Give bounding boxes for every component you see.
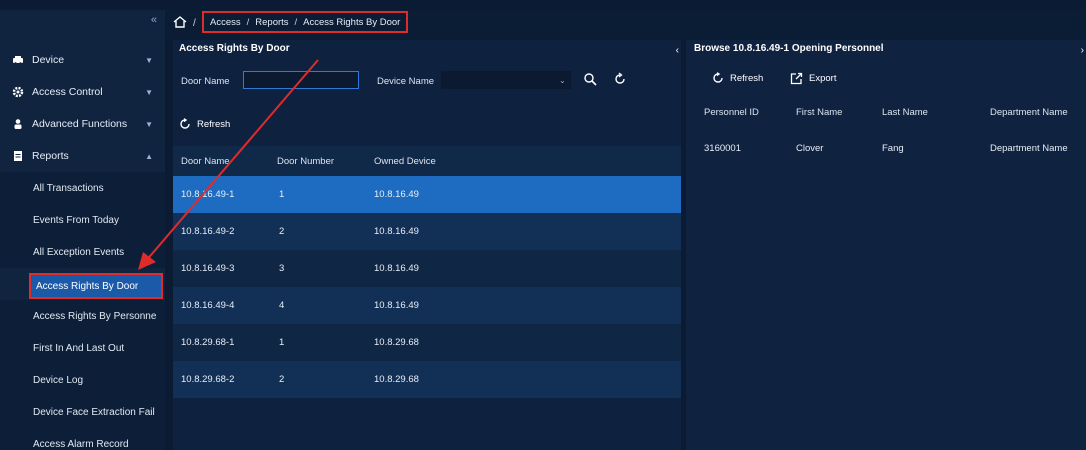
cell-door-name: 10.8.16.49-2 (181, 226, 235, 237)
panel-title: Access Rights By Door (179, 43, 290, 54)
cell-owned-device: 10.8.16.49 (374, 300, 419, 311)
table-row[interactable]: 10.8.16.49-4 4 10.8.16.49 (173, 287, 681, 324)
chevron-down-icon: ▼ (145, 87, 153, 97)
door-name-label: Door Name (181, 76, 230, 87)
cell-door-name: 10.8.16.49-1 (181, 189, 235, 200)
refresh-label: Refresh (730, 72, 764, 84)
device-name-select[interactable] (441, 71, 571, 89)
table-row[interactable]: 10.8.16.49-1 1 10.8.16.49 (173, 176, 681, 213)
table-header: Door Name Door Number Owned Device (173, 146, 681, 176)
column-header[interactable]: Door Name (181, 156, 230, 167)
cell-door-name: 10.8.16.49-3 (181, 263, 235, 274)
gear-icon (12, 86, 24, 98)
table-row[interactable]: 10.8.16.49-3 3 10.8.16.49 (173, 250, 681, 287)
person-icon (12, 118, 24, 130)
cell-owned-device: 10.8.29.68 (374, 337, 419, 348)
breadcrumb: Access / Reports / Access Rights By Door (202, 11, 409, 33)
submenu-access-rights-by-door[interactable]: Access Rights By Door (29, 273, 163, 299)
chevron-down-icon: ▼ (145, 119, 153, 129)
refresh-label: Refresh (197, 118, 231, 130)
document-icon (12, 150, 24, 162)
table-row[interactable]: 10.8.16.49-2 2 10.8.16.49 (173, 213, 681, 250)
cell-door-name: 10.8.29.68-1 (181, 337, 235, 348)
cell-first-name: Clover (796, 143, 824, 154)
cell-owned-device: 10.8.29.68 (374, 374, 419, 385)
refresh-icon (713, 72, 723, 83)
export-label: Export (809, 73, 837, 84)
refresh-button[interactable]: Refresh (179, 118, 230, 130)
reset-icon[interactable] (613, 72, 627, 86)
breadcrumb-separator: / (294, 16, 298, 28)
chevron-down-icon: ⌄ (559, 76, 566, 85)
submenu-events-from-today[interactable]: Events From Today (0, 204, 165, 236)
menu-device[interactable]: Device ▼ (0, 44, 165, 76)
breadcrumb-item-current: Access Rights By Door (303, 16, 401, 28)
table-row[interactable]: 10.8.29.68-1 1 10.8.29.68 (173, 324, 681, 361)
column-header[interactable]: Last Name (882, 107, 928, 118)
cell-door-number: 1 (279, 189, 285, 200)
submenu-all-exception-events[interactable]: All Exception Events (0, 236, 165, 268)
column-header[interactable]: Department Name (990, 107, 1068, 118)
panel-title: Browse 10.8.16.49-1 Opening Personnel (694, 43, 884, 54)
personnel-panel: Browse 10.8.16.49-1 Opening Personnel › … (686, 40, 1086, 450)
chevron-down-icon: ▼ (145, 55, 153, 65)
cell-door-number: 2 (279, 226, 285, 237)
cell-last-name: Fang (882, 143, 904, 154)
topbar: / Access / Reports / Access Rights By Do… (165, 10, 1086, 40)
breadcrumb-item-reports[interactable]: Reports (255, 17, 288, 28)
submenu-first-in-last-out[interactable]: First In And Last Out (0, 332, 165, 364)
export-button[interactable]: Export (790, 72, 836, 85)
cell-department-name: Department Name (990, 143, 1068, 154)
submenu-device-log[interactable]: Device Log (0, 364, 165, 396)
menu-label: Advanced Functions (32, 118, 128, 130)
cell-owned-device: 10.8.16.49 (374, 263, 419, 274)
cell-door-number: 1 (279, 337, 285, 348)
personnel-refresh-button[interactable]: Refresh (712, 72, 763, 84)
menu-reports[interactable]: Reports ▲ (0, 140, 165, 172)
cell-owned-device: 10.8.16.49 (374, 189, 419, 200)
sidebar-collapse-icon[interactable]: « (151, 14, 157, 26)
expand-right-icon[interactable]: › (1081, 45, 1084, 56)
cell-door-name: 10.8.16.49-4 (181, 300, 235, 311)
breadcrumb-item-access[interactable]: Access (210, 17, 241, 28)
export-icon (790, 72, 803, 85)
menu-label: Reports (32, 150, 69, 162)
menu-label: Device (32, 54, 65, 66)
submenu-all-transactions[interactable]: All Transactions (0, 172, 165, 204)
column-header[interactable]: Owned Device (374, 156, 436, 167)
chevron-up-icon: ▲ (145, 151, 153, 161)
submenu-device-face-extraction-fail[interactable]: Device Face Extraction Fail (0, 396, 165, 428)
breadcrumb-separator: / (246, 16, 250, 28)
app-window: « Device ▼ Access Control ▼ Advanced Fun… (0, 0, 1086, 450)
door-name-input[interactable] (243, 71, 359, 89)
menu-access-control[interactable]: Access Control ▼ (0, 76, 165, 108)
cell-personnel-id: 3160001 (704, 143, 741, 154)
cell-door-number: 4 (279, 300, 285, 311)
menu-label: Access Control (32, 86, 103, 98)
column-header[interactable]: Personnel ID (704, 107, 759, 118)
cell-door-number: 3 (279, 263, 285, 274)
search-icon[interactable] (583, 72, 597, 86)
cell-door-name: 10.8.29.68-2 (181, 374, 235, 385)
access-rights-panel: Access Rights By Door ‹ Door Name Device… (173, 40, 681, 450)
cell-owned-device: 10.8.16.49 (374, 226, 419, 237)
table-row[interactable]: 10.8.29.68-2 2 10.8.29.68 (173, 361, 681, 398)
menu-advanced-functions[interactable]: Advanced Functions ▼ (0, 108, 165, 140)
submenu-access-rights-by-personnel[interactable]: Access Rights By Personne (0, 300, 165, 332)
submenu-access-alarm-record[interactable]: Access Alarm Record (0, 428, 165, 450)
cell-door-number: 2 (279, 374, 285, 385)
breadcrumb-separator: / (193, 18, 196, 29)
device-name-label: Device Name (377, 76, 435, 87)
column-header[interactable]: Door Number (277, 156, 334, 167)
car-icon (12, 54, 24, 66)
sidebar: « Device ▼ Access Control ▼ Advanced Fun… (0, 10, 165, 450)
column-header[interactable]: First Name (796, 107, 842, 118)
collapse-left-icon[interactable]: ‹ (676, 45, 679, 56)
refresh-icon (180, 118, 190, 129)
home-icon[interactable] (173, 16, 187, 28)
